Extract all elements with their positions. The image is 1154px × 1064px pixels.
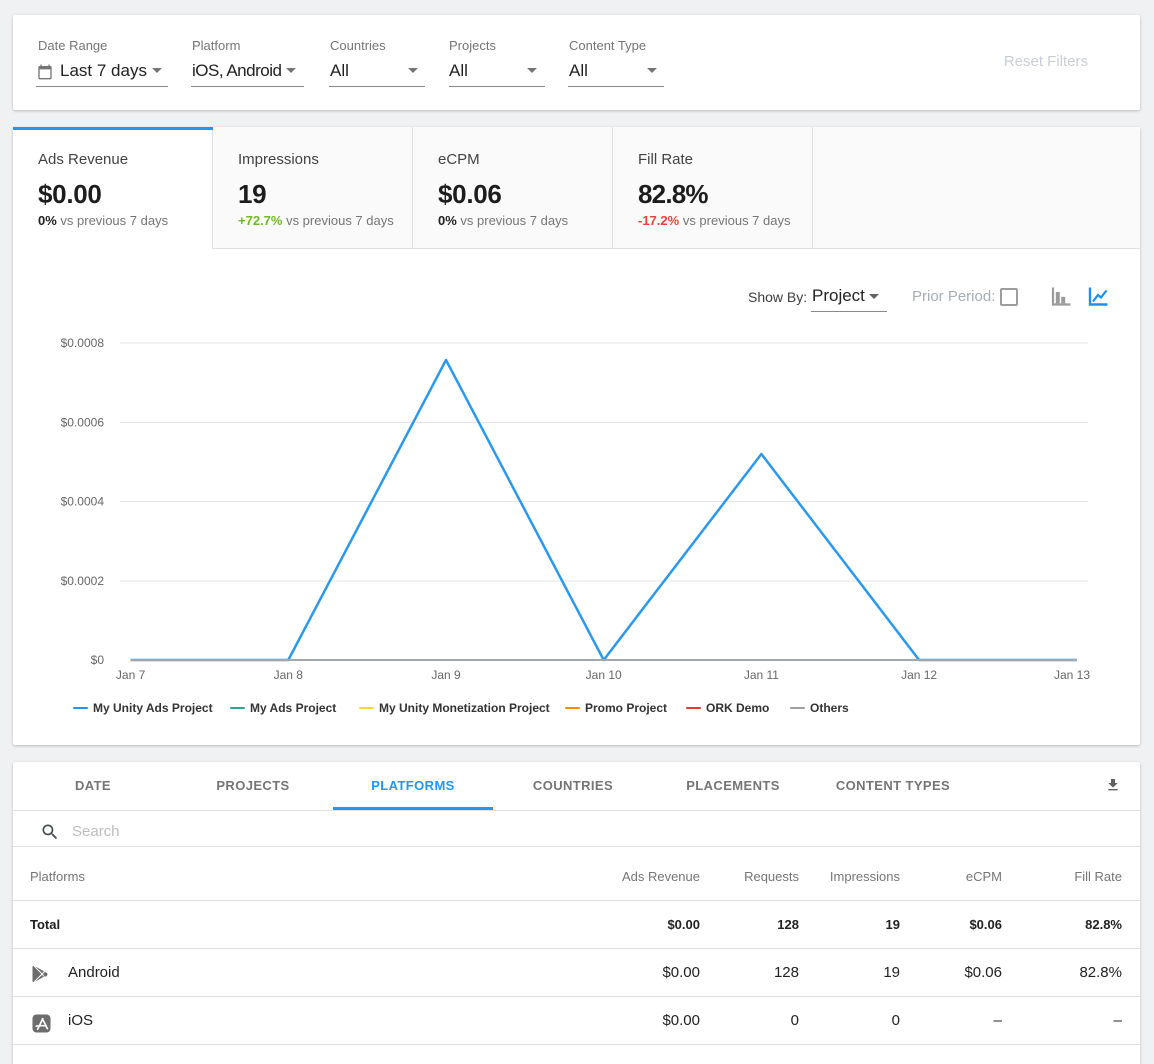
svg-text:Jan 12: Jan 12 [901,668,937,682]
svg-text:$0.0008: $0.0008 [61,336,105,350]
svg-text:$0.0002: $0.0002 [61,574,105,588]
svg-text:Jan 8: Jan 8 [274,668,304,682]
svg-text:$0.0006: $0.0006 [61,416,105,430]
svg-text:$0.0004: $0.0004 [61,495,105,509]
svg-text:Jan 9: Jan 9 [431,668,461,682]
svg-text:Jan 11: Jan 11 [744,668,779,682]
svg-text:Jan 10: Jan 10 [586,668,622,682]
svg-text:Jan 7: Jan 7 [116,668,146,682]
svg-text:Jan 13: Jan 13 [1054,668,1090,682]
svg-text:$0: $0 [91,653,105,667]
